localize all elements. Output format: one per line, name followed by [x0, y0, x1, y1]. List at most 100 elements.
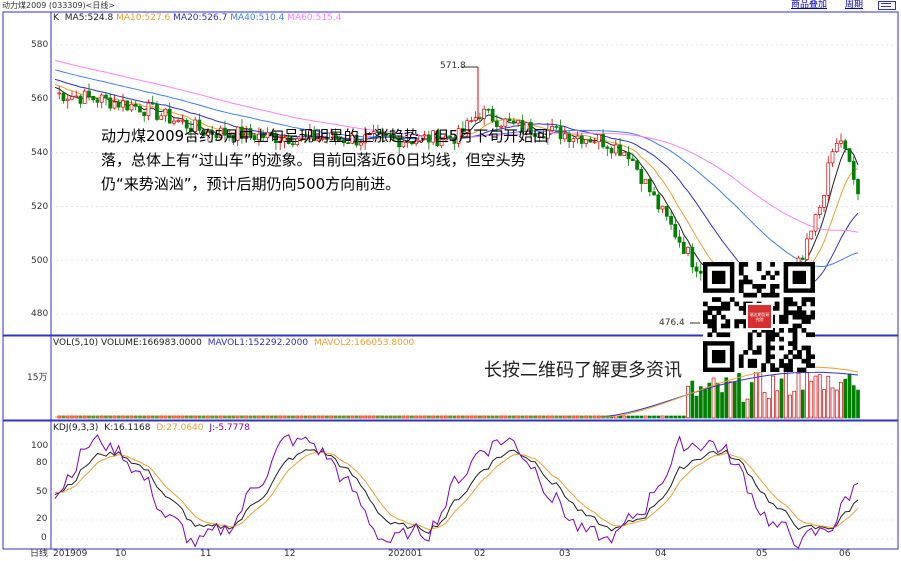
qr-module	[806, 350, 811, 355]
qr-module	[797, 367, 802, 373]
candle-body	[87, 90, 91, 97]
candle-body	[575, 135, 580, 140]
qr-module	[774, 332, 780, 338]
qr-module	[770, 367, 775, 373]
qr-module	[770, 354, 775, 360]
qr-module	[797, 354, 802, 360]
candle-body	[847, 148, 852, 162]
candle-body	[104, 94, 108, 99]
candle-body	[843, 140, 848, 149]
legend-ma60: MA60:515.4	[287, 13, 342, 23]
candle-body	[155, 103, 159, 120]
candle-body	[65, 98, 70, 102]
qr-module	[752, 358, 758, 364]
qr-code[interactable]: 瑞达期货研究院	[703, 262, 816, 373]
qr-module	[783, 310, 789, 316]
volume-bar	[800, 389, 805, 419]
qr-module	[765, 336, 771, 342]
legend-kdj: KDJ(9,3,3)	[53, 423, 99, 433]
volume-bar	[639, 415, 644, 419]
qr-module	[797, 314, 802, 320]
low-price-label: 476.4	[659, 318, 685, 328]
qr-module	[779, 328, 784, 333]
qr-module	[810, 310, 816, 316]
candle-body	[78, 95, 83, 104]
price-legend-prefix: K	[53, 13, 59, 23]
qr-module	[752, 292, 758, 298]
qr-module	[783, 297, 789, 302]
qr-module	[747, 279, 753, 285]
qr-module	[743, 292, 749, 298]
qr-module	[770, 332, 775, 338]
qr-module	[774, 284, 780, 289]
candle-body	[630, 158, 635, 161]
qr-module	[765, 354, 771, 360]
volume-bar	[843, 378, 848, 419]
qr-module	[783, 301, 789, 307]
qr-module	[707, 306, 713, 311]
volume-y-tick: 15万	[27, 373, 48, 383]
legend-ma40: MA40:510.4	[230, 13, 285, 23]
candle-body	[163, 108, 168, 117]
qr-module	[716, 297, 722, 302]
candle-body	[95, 99, 100, 103]
qr-module	[738, 363, 744, 368]
qr-center-label: 瑞达期货研究院	[749, 311, 770, 322]
qr-module	[806, 363, 811, 368]
qr-module	[756, 332, 762, 338]
x-axis-label: 202001	[388, 549, 423, 559]
candle-body	[626, 151, 631, 160]
qr-module	[756, 345, 762, 351]
qr-module	[806, 332, 811, 338]
qr-module	[806, 345, 811, 351]
qr-module	[761, 275, 767, 280]
candle-body	[567, 133, 571, 143]
volume-bar	[664, 415, 669, 419]
volume-bar	[630, 415, 635, 419]
volume-bar	[847, 373, 852, 419]
candle-body	[138, 105, 142, 113]
candle-body	[834, 143, 839, 153]
qr-module	[711, 314, 717, 320]
x-axis-label: 03	[559, 549, 571, 559]
qr-module	[725, 332, 731, 338]
qr-module	[765, 358, 771, 364]
qr-module	[752, 363, 758, 368]
volume-bar	[766, 397, 771, 419]
qr-module	[792, 332, 798, 338]
candle-body	[800, 257, 805, 260]
volume-bar	[686, 385, 690, 419]
candle-body	[677, 236, 682, 243]
qr-module	[788, 301, 793, 307]
volume-bar	[839, 381, 843, 419]
volume-bar	[745, 398, 750, 419]
candle-body	[694, 266, 699, 272]
qr-module	[725, 319, 731, 324]
candle-body	[74, 95, 79, 98]
qr-module	[806, 297, 811, 302]
qr-module	[743, 275, 749, 280]
candle-body	[57, 92, 62, 95]
candle-body	[805, 238, 809, 260]
candle-body	[99, 94, 104, 103]
qr-module	[707, 310, 713, 316]
volume-bar	[813, 375, 818, 419]
qr-module	[747, 345, 753, 351]
volume-bar	[805, 372, 809, 419]
qr-module	[761, 292, 767, 298]
volume-bar	[677, 415, 682, 419]
qr-module	[747, 363, 753, 368]
qr-module	[806, 319, 811, 324]
candle-body	[809, 230, 814, 240]
qr-module	[711, 323, 717, 329]
x-axis-label: 11	[200, 549, 212, 559]
qr-module	[738, 358, 744, 364]
qr-module	[770, 262, 775, 267]
candle-body	[618, 144, 622, 156]
volume-bar	[635, 415, 639, 419]
qr-finder	[711, 270, 726, 284]
qr-module	[734, 301, 740, 307]
candle-body	[609, 148, 614, 154]
candle-body	[512, 120, 516, 124]
candle-body	[482, 108, 486, 119]
